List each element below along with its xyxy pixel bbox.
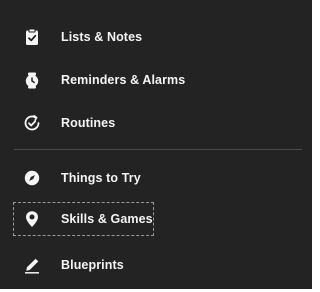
menu-item-label: Routines	[61, 116, 116, 130]
navigation-menu: Lists & Notes Reminders & Alarms Routine…	[0, 0, 312, 289]
menu-item-things-to-try[interactable]: Things to Try	[0, 160, 312, 196]
menu-item-label: Things to Try	[61, 171, 141, 185]
menu-item-label: Skills & Games	[61, 212, 153, 226]
menu-item-reminders-alarms[interactable]: Reminders & Alarms	[0, 62, 312, 98]
menu-item-lists-notes[interactable]: Lists & Notes	[0, 19, 312, 55]
clipboard-check-icon	[22, 27, 42, 47]
menu-item-label: Lists & Notes	[61, 30, 143, 44]
menu-item-blueprints[interactable]: Blueprints	[0, 247, 312, 283]
routines-check-icon	[22, 113, 42, 133]
menu-item-label: Blueprints	[61, 258, 124, 272]
compass-icon	[22, 168, 42, 188]
menu-item-skills-games[interactable]: Skills & Games	[0, 201, 312, 237]
menu-item-label: Reminders & Alarms	[61, 73, 186, 87]
menu-divider	[14, 149, 302, 150]
alarm-clock-icon	[22, 70, 42, 90]
menu-item-routines[interactable]: Routines	[0, 105, 312, 141]
location-pin-icon	[22, 209, 42, 229]
pencil-icon	[22, 255, 42, 275]
